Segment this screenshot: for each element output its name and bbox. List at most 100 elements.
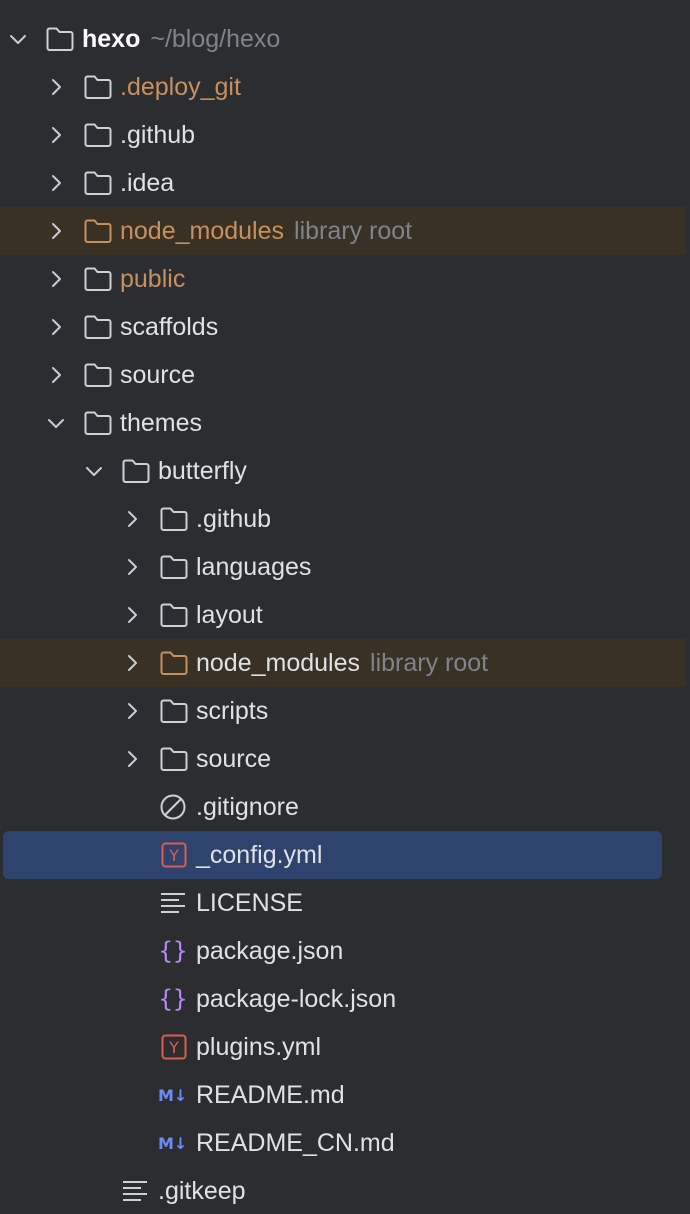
tree-item-label: .idea [120, 169, 175, 197]
folder-library-icon [160, 651, 188, 675]
chevron-right-icon[interactable] [120, 651, 144, 675]
tree-item-label: node_modules [120, 217, 285, 245]
tree-item-label: README_CN.md [196, 1129, 395, 1157]
tree-item-label: languages [196, 553, 312, 581]
library-root-hint: library root [294, 217, 413, 245]
folder-icon [160, 555, 188, 579]
tree-item-license[interactable]: LICENSE [0, 879, 690, 927]
tree-item-label: .github [120, 121, 196, 149]
tree-item-scaffolds[interactable]: scaffolds [0, 303, 690, 351]
tree-item-github[interactable]: .github [0, 111, 690, 159]
library-root-hint: library root [370, 649, 489, 677]
tree-item-label: README.md [196, 1081, 345, 1109]
folder-icon [84, 315, 112, 339]
markdown-icon-glyph: M↓ [158, 1134, 187, 1153]
root-folder-path: ~/blog/hexo [150, 25, 281, 53]
tree-item-themes[interactable]: themes [0, 399, 690, 447]
tree-item-label: scaffolds [120, 313, 219, 341]
folder-icon [84, 267, 112, 291]
yaml-file-icon: Y [161, 842, 187, 868]
tree-item-readme-cn-md[interactable]: M↓ README_CN.md [0, 1119, 690, 1167]
chevron-right-icon[interactable] [44, 75, 68, 99]
folder-icon [84, 75, 112, 99]
tree-item-label: themes [120, 409, 202, 437]
tree-item-label: source [120, 361, 196, 389]
text-file-icon [161, 893, 185, 913]
folder-icon [84, 363, 112, 387]
tree-item-hexo[interactable]: hexo ~/blog/hexo [0, 15, 690, 63]
folder-icon [122, 459, 150, 483]
folder-icon [46, 27, 74, 51]
folder-icon [160, 603, 188, 627]
text-file-icon [123, 1181, 147, 1201]
folder-icon [160, 747, 188, 771]
markdown-file-icon: M↓ [158, 1086, 187, 1105]
tree-item-config-yml[interactable]: Y _config.yml [3, 831, 662, 879]
tree-item-label: .gitignore [196, 793, 299, 821]
chevron-down-icon[interactable] [82, 459, 106, 483]
tree-item-label: node_modules [196, 649, 361, 677]
folder-icon [84, 171, 112, 195]
folder-icon [160, 507, 188, 531]
ignore-file-icon [160, 794, 186, 820]
chevron-down-icon[interactable] [6, 27, 30, 51]
chevron-right-icon[interactable] [120, 603, 144, 627]
yaml-icon-glyph: Y [168, 1038, 179, 1057]
markdown-icon-glyph: M↓ [158, 1086, 187, 1105]
folder-library-icon [84, 219, 112, 243]
tree-item-scripts[interactable]: scripts [0, 687, 690, 735]
tree-item-label: layout [196, 601, 263, 629]
chevron-right-icon[interactable] [120, 507, 144, 531]
chevron-right-icon[interactable] [44, 219, 68, 243]
tree-item-languages[interactable]: languages [0, 543, 690, 591]
tree-item-label: .github [196, 505, 272, 533]
chevron-right-icon[interactable] [120, 699, 144, 723]
tree-item-label: butterfly [158, 457, 247, 485]
tree-item-node-modules[interactable]: node_modules library root [0, 207, 686, 255]
chevron-right-icon[interactable] [44, 123, 68, 147]
yaml-icon-glyph: Y [168, 846, 179, 865]
chevron-right-icon[interactable] [44, 315, 68, 339]
tree-item-source[interactable]: source [0, 351, 690, 399]
json-file-icon: {} [160, 985, 186, 1013]
tree-item-label: .deploy_git [120, 73, 241, 101]
project-tree: hexo ~/blog/hexo .deploy_git .github .ide… [0, 0, 690, 1214]
tree-item-package-lock-json[interactable]: {} package-lock.json [0, 975, 690, 1023]
json-icon-glyph: {} [160, 985, 186, 1013]
chevron-down-icon[interactable] [44, 411, 68, 435]
tree-item-label: source [196, 745, 272, 773]
chevron-right-icon[interactable] [44, 267, 68, 291]
tree-item-label: scripts [196, 697, 269, 725]
folder-icon [84, 411, 112, 435]
tree-item-label: LICENSE [196, 889, 303, 917]
tree-item-plugins-yml[interactable]: Y plugins.yml [0, 1023, 690, 1071]
tree-item-package-json[interactable]: {} package.json [0, 927, 690, 975]
folder-icon [84, 123, 112, 147]
tree-item-butterfly-github[interactable]: .github [0, 495, 690, 543]
tree-item-layout[interactable]: layout [0, 591, 690, 639]
markdown-file-icon: M↓ [158, 1134, 187, 1153]
tree-item-label: _config.yml [196, 841, 323, 869]
root-folder-name: hexo [82, 25, 141, 53]
tree-item-deploy-git[interactable]: .deploy_git [0, 63, 690, 111]
json-icon-glyph: {} [160, 937, 186, 965]
chevron-right-icon[interactable] [120, 555, 144, 579]
tree-item-label: package.json [196, 937, 344, 965]
chevron-right-icon[interactable] [44, 363, 68, 387]
chevron-right-icon[interactable] [120, 747, 144, 771]
yaml-file-icon: Y [161, 1034, 187, 1060]
chevron-right-icon[interactable] [44, 171, 68, 195]
tree-item-idea[interactable]: .idea [0, 159, 690, 207]
tree-item-gitkeep[interactable]: .gitkeep [0, 1167, 690, 1214]
tree-item-label: plugins.yml [196, 1033, 322, 1061]
tree-item-readme-md[interactable]: M↓ README.md [0, 1071, 690, 1119]
tree-item-gitignore[interactable]: .gitignore [0, 783, 690, 831]
folder-icon [160, 699, 188, 723]
tree-item-butterfly[interactable]: butterfly [0, 447, 690, 495]
tree-item-butterfly-source[interactable]: source [0, 735, 690, 783]
json-file-icon: {} [160, 937, 186, 965]
tree-item-label: public [120, 265, 186, 293]
tree-item-label: .gitkeep [158, 1177, 246, 1205]
tree-item-public[interactable]: public [0, 255, 690, 303]
tree-item-butterfly-node-modules[interactable]: node_modules library root [0, 639, 686, 687]
